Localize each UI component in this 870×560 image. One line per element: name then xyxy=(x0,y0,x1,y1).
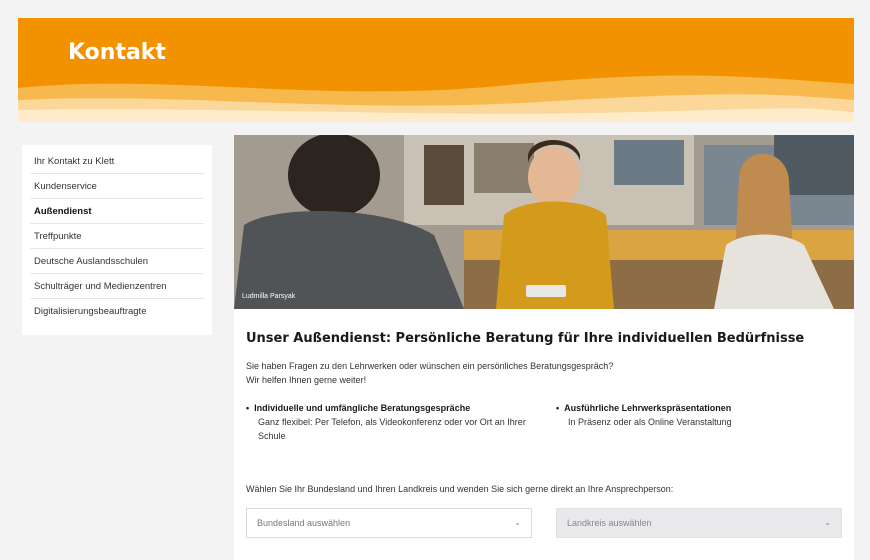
feature-title: Ausführliche Lehrwerkspräsentationen xyxy=(556,401,816,415)
sidebar-nav: Ihr Kontakt zu Klett Kundenservice Außen… xyxy=(22,145,212,335)
feature-item: Ausführliche Lehrwerkspräsentationen In … xyxy=(556,401,816,429)
sidebar-item-digitalisierung[interactable]: Digitalisierungsbeauftragte xyxy=(30,299,204,323)
sidebar-item-schultraeger[interactable]: Schulträger und Medienzentren xyxy=(30,274,204,299)
bundesland-select[interactable]: Bundesland auswählen ⌄ xyxy=(246,508,532,538)
feature-title: Individuelle und umfängliche Beratungsge… xyxy=(246,401,536,415)
hero-illustration xyxy=(234,135,854,309)
intro-text: Sie haben Fragen zu den Lehrwerken oder … xyxy=(246,359,846,387)
feature-list: Individuelle und umfängliche Beratungsge… xyxy=(246,401,846,457)
wave-decoration xyxy=(18,75,854,122)
photo-caption: Ludmilla Parsyak xyxy=(242,293,296,300)
sidebar-item-auslandsschulen[interactable]: Deutsche Auslandsschulen xyxy=(30,249,204,274)
chevron-down-icon: ⌄ xyxy=(514,518,521,527)
bundesland-placeholder: Bundesland auswählen xyxy=(257,518,351,528)
feature-text: In Präsenz oder als Online Veranstaltung xyxy=(568,417,732,427)
header-banner: Kontakt xyxy=(18,18,854,122)
sidebar-item-kundenservice[interactable]: Kundenservice xyxy=(30,174,204,199)
sidebar-item-kontakt[interactable]: Ihr Kontakt zu Klett xyxy=(30,149,204,174)
intro-line-2: Wir helfen Ihnen gerne weiter! xyxy=(246,375,367,385)
intro-section: Unser Außendienst: Persönliche Beratung … xyxy=(246,331,846,457)
sidebar-item-treffpunkte[interactable]: Treffpunkte xyxy=(30,224,204,249)
landkreis-placeholder: Landkreis auswählen xyxy=(567,518,652,528)
main-content: Ludmilla Parsyak Unser Außendienst: Pers… xyxy=(234,135,854,560)
sidebar-item-aussendienst[interactable]: Außendienst xyxy=(30,199,204,224)
intro-line-1: Sie haben Fragen zu den Lehrwerken oder … xyxy=(246,361,614,371)
select-hint: Wählen Sie Ihr Bundesland und Ihren Land… xyxy=(246,484,674,494)
section-heading: Unser Außendienst: Persönliche Beratung … xyxy=(246,331,805,346)
page-title: Kontakt xyxy=(68,40,166,65)
landkreis-select[interactable]: Landkreis auswählen ⌄ xyxy=(556,508,842,538)
feature-item: Individuelle und umfängliche Beratungsge… xyxy=(246,401,536,443)
chevron-down-icon: ⌄ xyxy=(824,518,831,527)
hero-photo: Ludmilla Parsyak xyxy=(234,135,854,309)
feature-text: Ganz flexibel: Per Telefon, als Videokon… xyxy=(258,417,526,441)
